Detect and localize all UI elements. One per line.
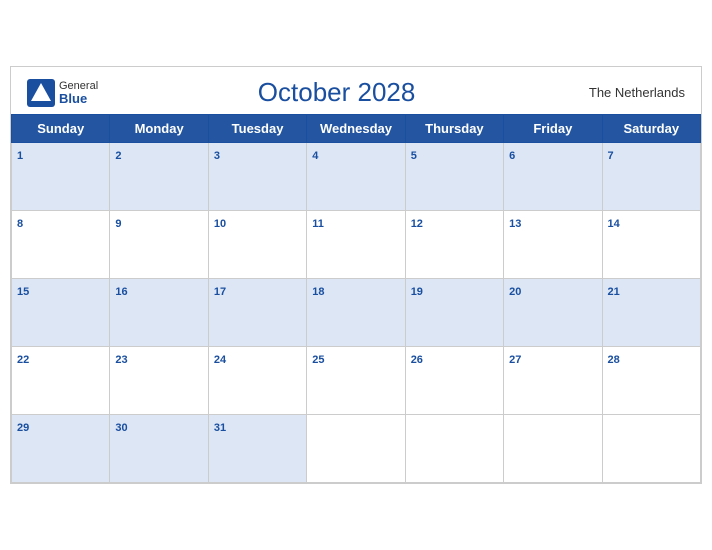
calendar-day-cell: 29 xyxy=(12,415,110,483)
calendar-day-cell xyxy=(504,415,602,483)
calendar-day-cell: 11 xyxy=(307,211,405,279)
calendar-day-cell: 19 xyxy=(405,279,503,347)
calendar-week-row: 8 9 10 11 12 13 14 xyxy=(12,211,701,279)
day-number: 20 xyxy=(509,286,521,298)
day-number: 16 xyxy=(115,286,127,298)
day-number: 26 xyxy=(411,354,423,366)
calendar-day-cell: 30 xyxy=(110,415,208,483)
day-number: 28 xyxy=(608,354,620,366)
header-wednesday: Wednesday xyxy=(307,115,405,143)
calendar-week-row: 1 2 3 4 5 6 7 xyxy=(12,143,701,211)
calendar-body: 1234567891011121314151617181920212223242… xyxy=(12,143,701,483)
calendar-day-cell: 6 xyxy=(504,143,602,211)
calendar-day-cell: 31 xyxy=(208,415,306,483)
header-tuesday: Tuesday xyxy=(208,115,306,143)
day-number: 23 xyxy=(115,354,127,366)
day-number: 15 xyxy=(17,286,29,298)
logo-general-text: General xyxy=(59,81,98,92)
day-number: 17 xyxy=(214,286,226,298)
header-friday: Friday xyxy=(504,115,602,143)
calendar-day-cell: 1 xyxy=(12,143,110,211)
day-number: 2 xyxy=(115,150,121,162)
calendar-day-cell xyxy=(405,415,503,483)
day-number: 25 xyxy=(312,354,324,366)
calendar-day-cell: 10 xyxy=(208,211,306,279)
calendar-day-cell: 23 xyxy=(110,347,208,415)
month-title: October 2028 xyxy=(98,77,575,108)
calendar-week-row: 15 16 17 18 19 20 21 xyxy=(12,279,701,347)
day-number: 24 xyxy=(214,354,226,366)
day-number: 5 xyxy=(411,150,417,162)
day-number: 4 xyxy=(312,150,318,162)
day-number: 9 xyxy=(115,218,121,230)
header-sunday: Sunday xyxy=(12,115,110,143)
day-number: 14 xyxy=(608,218,620,230)
day-number: 6 xyxy=(509,150,515,162)
calendar-day-cell: 7 xyxy=(602,143,700,211)
calendar-day-cell: 5 xyxy=(405,143,503,211)
calendar-day-cell: 22 xyxy=(12,347,110,415)
calendar-container: General Blue October 2028 The Netherland… xyxy=(10,66,702,484)
calendar-table: Sunday Monday Tuesday Wednesday Thursday… xyxy=(11,114,701,483)
day-number: 18 xyxy=(312,286,324,298)
calendar-day-cell: 24 xyxy=(208,347,306,415)
day-number: 11 xyxy=(312,218,324,230)
calendar-day-cell xyxy=(307,415,405,483)
day-number: 30 xyxy=(115,422,127,434)
generalblue-logo-icon xyxy=(27,79,55,107)
calendar-day-cell: 28 xyxy=(602,347,700,415)
header-saturday: Saturday xyxy=(602,115,700,143)
calendar-day-cell: 18 xyxy=(307,279,405,347)
logo-text: General Blue xyxy=(59,81,98,105)
day-number: 8 xyxy=(17,218,23,230)
calendar-day-cell: 14 xyxy=(602,211,700,279)
calendar-header: General Blue October 2028 The Netherland… xyxy=(11,67,701,114)
header-monday: Monday xyxy=(110,115,208,143)
calendar-day-cell: 2 xyxy=(110,143,208,211)
day-number: 10 xyxy=(214,218,226,230)
calendar-day-cell: 4 xyxy=(307,143,405,211)
day-number: 19 xyxy=(411,286,423,298)
day-number: 27 xyxy=(509,354,521,366)
calendar-day-cell: 9 xyxy=(110,211,208,279)
calendar-day-cell: 16 xyxy=(110,279,208,347)
day-number: 7 xyxy=(608,150,614,162)
calendar-day-cell: 20 xyxy=(504,279,602,347)
calendar-week-row: 29 30 31 xyxy=(12,415,701,483)
calendar-day-cell: 21 xyxy=(602,279,700,347)
calendar-day-cell: 3 xyxy=(208,143,306,211)
day-number: 21 xyxy=(608,286,620,298)
calendar-day-cell: 15 xyxy=(12,279,110,347)
calendar-day-cell: 25 xyxy=(307,347,405,415)
day-number: 13 xyxy=(509,218,521,230)
logo-blue-text: Blue xyxy=(59,92,98,105)
calendar-day-cell: 12 xyxy=(405,211,503,279)
calendar-day-cell: 8 xyxy=(12,211,110,279)
day-number: 1 xyxy=(17,150,23,162)
calendar-day-cell: 13 xyxy=(504,211,602,279)
calendar-day-cell: 27 xyxy=(504,347,602,415)
calendar-day-cell xyxy=(602,415,700,483)
day-number: 29 xyxy=(17,422,29,434)
day-headers-row: Sunday Monday Tuesday Wednesday Thursday… xyxy=(12,115,701,143)
header-thursday: Thursday xyxy=(405,115,503,143)
day-number: 12 xyxy=(411,218,423,230)
day-number: 22 xyxy=(17,354,29,366)
calendar-week-row: 22 23 24 25 26 27 28 xyxy=(12,347,701,415)
logo-area: General Blue xyxy=(27,79,98,107)
day-number: 3 xyxy=(214,150,220,162)
calendar-day-cell: 17 xyxy=(208,279,306,347)
calendar-day-cell: 26 xyxy=(405,347,503,415)
day-number: 31 xyxy=(214,422,226,434)
country-label: The Netherlands xyxy=(575,85,685,100)
